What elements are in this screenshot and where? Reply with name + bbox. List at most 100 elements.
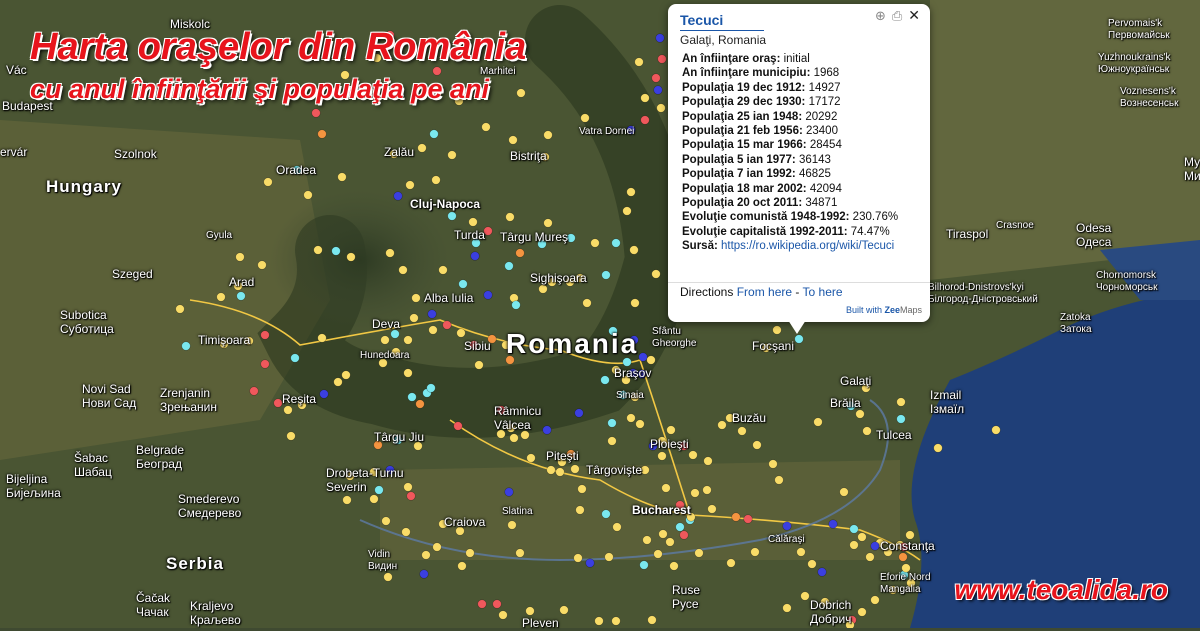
city-marker[interactable] xyxy=(498,610,508,620)
city-marker[interactable] xyxy=(507,520,517,530)
city-marker[interactable] xyxy=(465,548,475,558)
city-marker[interactable] xyxy=(669,561,679,571)
city-marker[interactable] xyxy=(383,572,393,582)
city-marker[interactable] xyxy=(508,135,518,145)
city-marker[interactable] xyxy=(419,569,429,579)
city-marker[interactable] xyxy=(442,320,452,330)
city-marker[interactable] xyxy=(600,375,610,385)
city-marker[interactable] xyxy=(774,475,784,485)
city-marker[interactable] xyxy=(263,177,273,187)
city-marker[interactable] xyxy=(594,616,604,626)
city-marker[interactable] xyxy=(737,426,747,436)
city-marker[interactable] xyxy=(849,524,859,534)
city-marker[interactable] xyxy=(570,464,580,474)
city-marker[interactable] xyxy=(236,291,246,301)
city-marker[interactable] xyxy=(543,218,553,228)
city-marker[interactable] xyxy=(249,386,259,396)
city-marker[interactable] xyxy=(555,467,565,477)
city-marker[interactable] xyxy=(313,245,323,255)
city-marker[interactable] xyxy=(626,413,636,423)
city-marker[interactable] xyxy=(341,370,351,380)
city-marker[interactable] xyxy=(468,217,478,227)
city-marker[interactable] xyxy=(647,615,657,625)
city-marker[interactable] xyxy=(447,150,457,160)
city-marker[interactable] xyxy=(509,433,519,443)
city-marker[interactable] xyxy=(857,607,867,617)
city-marker[interactable] xyxy=(635,419,645,429)
city-marker[interactable] xyxy=(653,549,663,559)
city-marker[interactable] xyxy=(477,599,487,609)
city-marker[interactable] xyxy=(870,541,880,551)
city-marker[interactable] xyxy=(453,421,463,431)
city-marker[interactable] xyxy=(582,298,592,308)
city-marker[interactable] xyxy=(896,397,906,407)
city-marker[interactable] xyxy=(646,355,656,365)
city-marker[interactable] xyxy=(303,190,313,200)
city-marker[interactable] xyxy=(369,494,379,504)
city-marker[interactable] xyxy=(511,300,521,310)
city-marker[interactable] xyxy=(580,113,590,123)
city-marker[interactable] xyxy=(813,417,823,427)
city-marker[interactable] xyxy=(458,279,468,289)
city-marker[interactable] xyxy=(525,606,535,616)
city-marker[interactable] xyxy=(333,377,343,387)
city-marker[interactable] xyxy=(405,180,415,190)
city-marker[interactable] xyxy=(634,57,644,67)
city-marker[interactable] xyxy=(612,522,622,532)
city-marker[interactable] xyxy=(417,143,427,153)
city-marker[interactable] xyxy=(401,527,411,537)
city-marker[interactable] xyxy=(782,521,792,531)
city-marker[interactable] xyxy=(694,548,704,558)
city-marker[interactable] xyxy=(346,252,356,262)
city-marker[interactable] xyxy=(260,330,270,340)
city-marker[interactable] xyxy=(283,405,293,415)
city-marker[interactable] xyxy=(290,353,300,363)
city-marker[interactable] xyxy=(415,399,425,409)
city-marker[interactable] xyxy=(796,547,806,557)
city-marker[interactable] xyxy=(515,548,525,558)
city-marker[interactable] xyxy=(470,251,480,261)
city-marker[interactable] xyxy=(622,206,632,216)
city-marker[interactable] xyxy=(427,309,437,319)
city-marker[interactable] xyxy=(901,563,911,573)
city-marker[interactable] xyxy=(703,456,713,466)
from-here-link[interactable]: From here xyxy=(737,285,792,299)
city-marker[interactable] xyxy=(862,426,872,436)
city-marker[interactable] xyxy=(235,252,245,262)
city-marker[interactable] xyxy=(474,360,484,370)
city-marker[interactable] xyxy=(702,485,712,495)
city-marker[interactable] xyxy=(630,298,640,308)
city-marker[interactable] xyxy=(629,245,639,255)
city-marker[interactable] xyxy=(260,359,270,369)
zoom-icon[interactable]: ⊕ xyxy=(875,9,886,22)
city-marker[interactable] xyxy=(257,260,267,270)
city-marker[interactable] xyxy=(707,504,717,514)
built-with-zeemaps[interactable]: Built with ZeeMaps xyxy=(846,305,922,315)
city-marker[interactable] xyxy=(543,130,553,140)
city-marker[interactable] xyxy=(657,54,667,64)
city-marker[interactable] xyxy=(750,547,760,557)
city-marker[interactable] xyxy=(638,352,648,362)
city-marker[interactable] xyxy=(768,459,778,469)
city-marker[interactable] xyxy=(409,313,419,323)
city-marker[interactable] xyxy=(849,540,859,550)
city-marker[interactable] xyxy=(661,483,671,493)
city-marker[interactable] xyxy=(504,487,514,497)
city-marker[interactable] xyxy=(898,552,908,562)
city-marker[interactable] xyxy=(905,530,915,540)
city-marker[interactable] xyxy=(653,85,663,95)
city-marker[interactable] xyxy=(492,599,502,609)
city-marker[interactable] xyxy=(611,616,621,626)
city-marker[interactable] xyxy=(651,269,661,279)
city-marker[interactable] xyxy=(717,420,727,430)
city-marker[interactable] xyxy=(855,409,865,419)
city-marker[interactable] xyxy=(403,335,413,345)
city-marker[interactable] xyxy=(381,516,391,526)
city-marker[interactable] xyxy=(216,292,226,302)
city-marker[interactable] xyxy=(991,425,1001,435)
city-marker[interactable] xyxy=(611,238,621,248)
city-marker[interactable] xyxy=(690,488,700,498)
city-marker[interactable] xyxy=(457,561,467,571)
city-marker[interactable] xyxy=(403,482,413,492)
city-marker[interactable] xyxy=(639,560,649,570)
